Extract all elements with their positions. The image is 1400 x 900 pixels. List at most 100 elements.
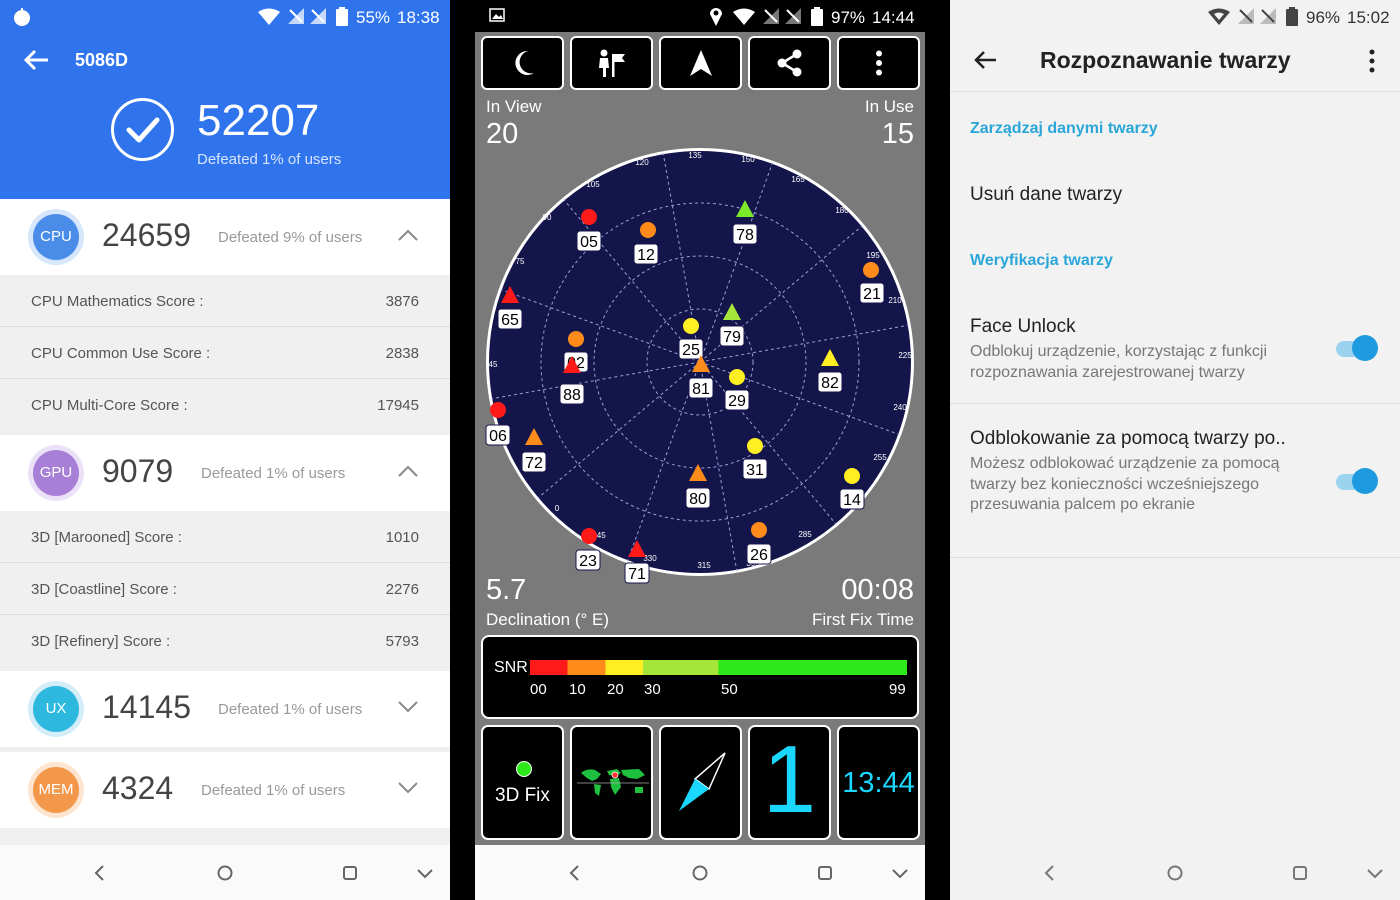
satellite-marker (568, 331, 584, 347)
divider (925, 0, 950, 900)
nav-back-icon[interactable] (90, 863, 110, 883)
declination-value: 5.7 (486, 574, 527, 606)
nav-home-icon[interactable] (1165, 863, 1185, 883)
battery-percent: 97% (831, 8, 866, 27)
fix-status-tile[interactable]: 3D Fix (481, 725, 564, 840)
satellite-label: 06 (489, 428, 507, 445)
nav-back-icon[interactable] (1040, 863, 1060, 883)
satellite-label: 72 (525, 455, 543, 472)
nav-hide-icon[interactable] (1365, 863, 1385, 883)
satellite-label: 71 (628, 566, 646, 583)
swipe-unlock-row[interactable]: Odblokowanie za pomocą twarzy po.. Możes… (950, 405, 1400, 558)
sub-score-row: CPU Common Use Score : 2838 (0, 328, 450, 379)
nav-recents-icon[interactable] (815, 863, 835, 883)
back-arrow-icon[interactable] (972, 47, 998, 73)
gpu-score: 9079 (102, 453, 174, 489)
no-signal-icon-2 (310, 8, 326, 24)
more-vert-icon[interactable] (1368, 49, 1376, 73)
compass-needle-icon (679, 752, 726, 811)
azimuth-ring-label: 195 (866, 251, 880, 260)
night-mode-button[interactable] (481, 36, 564, 90)
remove-face-data-item[interactable]: Usuń dane twarzy (970, 184, 1122, 206)
sub-score-row: CPU Multi-Core Score : 17945 (0, 380, 450, 431)
ux-badge: UX (33, 686, 79, 732)
satellite-marker (581, 209, 597, 225)
nav-home-icon[interactable] (690, 863, 710, 883)
app-bar: 96% 15:02 Rozpoznawanie twarzy (950, 0, 1400, 92)
no-signal-icon-2 (785, 8, 801, 24)
sub-score-value: 5793 (385, 633, 419, 650)
nav-hide-icon[interactable] (415, 863, 435, 883)
antutu-panel: 55% 18:38 5086D 52207 Defeated 1% of use… (0, 0, 450, 900)
settings-panel: 96% 15:02 Rozpoznawanie twarzy Zarządzaj… (950, 0, 1400, 900)
satellite-label: 12 (637, 247, 655, 264)
chevron-up-icon[interactable] (398, 463, 418, 479)
azimuth-ring-label: 165 (791, 175, 805, 184)
snr-tick: 30 (644, 681, 661, 698)
compass-tile[interactable] (659, 725, 742, 840)
chevron-up-icon[interactable] (398, 227, 418, 243)
share-button[interactable] (748, 36, 831, 90)
satellite-count-tile[interactable]: 1 (748, 725, 831, 840)
ux-category-row[interactable]: UX 14145 Defeated 1% of users (0, 671, 450, 747)
satellite-label: 81 (692, 381, 710, 398)
nav-hide-icon[interactable] (890, 863, 910, 883)
azimuth-ring-label: 330 (643, 554, 657, 563)
mem-badge: MEM (33, 767, 79, 813)
clock: 14:44 (872, 8, 915, 27)
navigate-button[interactable] (659, 36, 742, 90)
clock-tile[interactable]: 13:44 (837, 725, 920, 840)
face-unlock-row[interactable]: Face Unlock Odblokuj urządzenie, korzyst… (950, 300, 1400, 404)
nav-back-icon[interactable] (565, 863, 585, 883)
satellite-marker (640, 222, 656, 238)
azimuth-ring-label: 210 (888, 296, 902, 305)
mem-category-row[interactable]: MEM 4324 Defeated 1% of users (0, 752, 450, 828)
gps-clock: 13:44 (842, 767, 915, 799)
satellite-marker (683, 318, 699, 334)
azimuth-ring-label: 285 (798, 530, 812, 539)
sub-score-value: 3876 (385, 293, 419, 310)
wifi-icon (258, 8, 280, 25)
sub-score-value: 2276 (385, 581, 419, 598)
cpu-badge: CPU (33, 214, 79, 260)
back-arrow-icon[interactable] (22, 46, 50, 74)
clock: 18:38 (397, 8, 440, 27)
compass-mode-button[interactable] (570, 36, 653, 90)
swipe-unlock-toggle[interactable] (1332, 466, 1378, 496)
no-signal-icon-2 (1260, 8, 1276, 24)
more-menu-button[interactable] (837, 36, 920, 90)
no-signal-icon (1238, 8, 1254, 24)
status-bar: 97% 14:44 (475, 0, 925, 32)
sub-score-label: CPU Multi-Core Score : (31, 397, 188, 414)
gpu-defeated: Defeated 1% of users (201, 465, 346, 482)
azimuth-ring-label: 150 (741, 155, 755, 164)
chevron-down-icon[interactable] (398, 780, 418, 796)
check-circle-icon (111, 98, 174, 161)
fix-label: 3D Fix (495, 785, 550, 806)
sub-score-row: 3D [Refinery] Score : 5793 (0, 616, 450, 667)
nav-recents-icon[interactable] (340, 863, 360, 883)
azimuth-ring-label: 45 (489, 360, 498, 369)
navigation-arrow-icon (689, 50, 712, 76)
section-header-face-data: Zarządzaj danymi twarzy (970, 120, 1158, 137)
satellite-marker (490, 402, 506, 418)
snr-tick: 20 (607, 681, 624, 698)
face-unlock-toggle[interactable] (1332, 333, 1378, 363)
satellite-label: 26 (750, 547, 768, 564)
chevron-down-icon[interactable] (398, 699, 418, 715)
ux-defeated: Defeated 1% of users (218, 701, 363, 718)
device-title: 5086D (75, 50, 129, 70)
world-map-icon (577, 769, 649, 796)
sub-score-value: 17945 (377, 397, 419, 414)
world-map-tile[interactable] (570, 725, 653, 840)
in-view-label: In View (486, 97, 542, 116)
nav-recents-icon[interactable] (1290, 863, 1310, 883)
gps-panel: 97% 14:44 In View 20 In Use 15 135 150 165… (475, 0, 925, 900)
azimuth-ring-label: 75 (516, 257, 525, 266)
nav-home-icon[interactable] (215, 863, 235, 883)
cpu-category-row[interactable]: CPU 24659 Defeated 9% of users (0, 199, 450, 275)
in-use-label: In Use (864, 97, 914, 116)
clock: 15:02 (1347, 8, 1390, 27)
gpu-category-row[interactable]: GPU 9079 Defeated 1% of users (0, 435, 450, 511)
app-notification-icon (14, 8, 30, 26)
